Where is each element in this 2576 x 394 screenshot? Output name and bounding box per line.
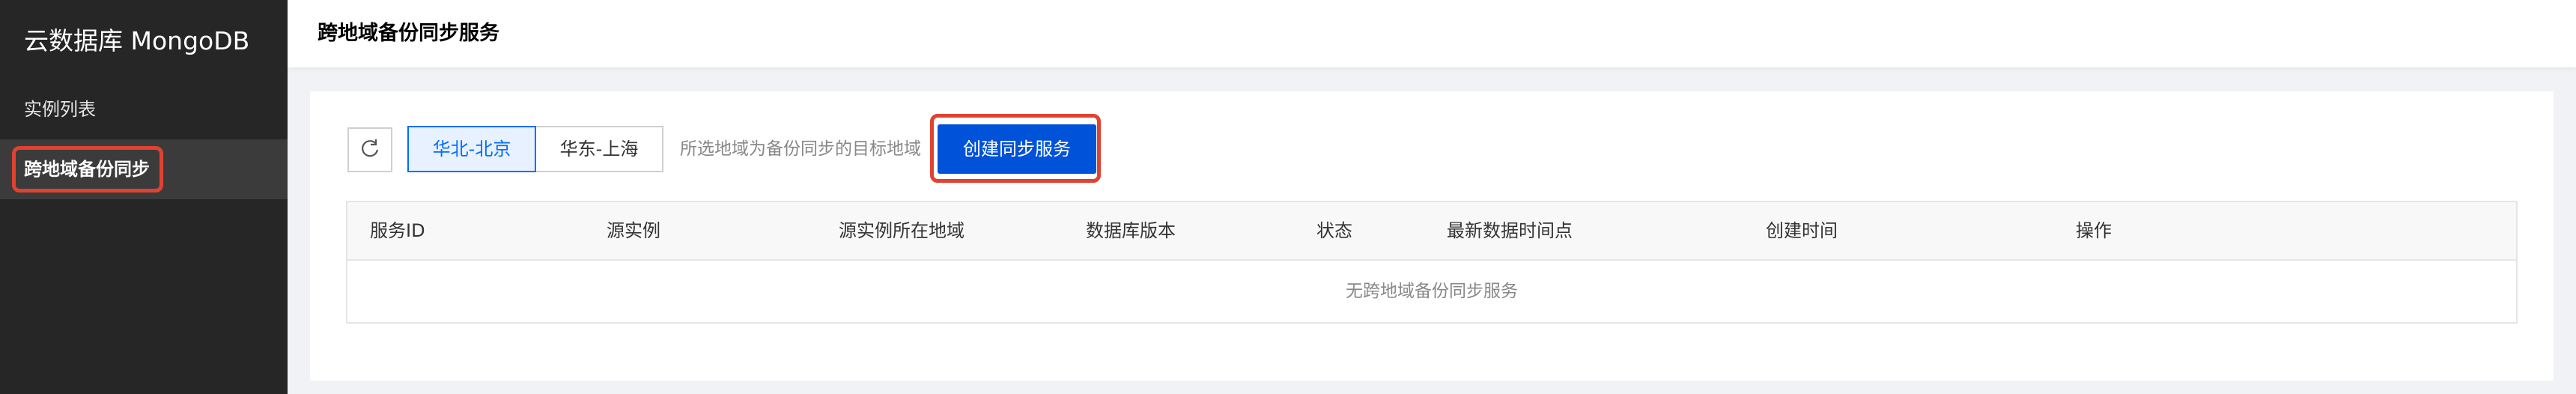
- sidebar-item-cross-region-backup[interactable]: 跨地域备份同步: [0, 139, 288, 199]
- sidebar-item-label: 实例列表: [24, 99, 96, 120]
- refresh-icon: [359, 138, 380, 162]
- sidebar-item-instance-list[interactable]: 实例列表: [0, 79, 288, 139]
- sidebar-item-label: 跨地域备份同步: [24, 159, 150, 180]
- region-hint: 所选地域为备份同步的目标地域: [680, 139, 921, 159]
- column-header-source-region: 源实例所在地域: [839, 220, 965, 241]
- column-header-create-time: 创建时间: [1766, 220, 1838, 241]
- content-card: 华北-北京 华东-上海 所选地域为备份同步的目标地域 创建同步服务 服务ID 源…: [310, 91, 2554, 381]
- column-header-latest-data-time: 最新数据时间点: [1447, 220, 1573, 241]
- create-sync-service-button[interactable]: 创建同步服务: [938, 124, 1096, 174]
- sync-service-table: 服务ID 源实例 源实例所在地域 数据库版本 状态 最新数据时间点 创建时间 操…: [346, 201, 2518, 324]
- column-header-status: 状态: [1316, 220, 1352, 241]
- page-title: 跨地域备份同步服务: [318, 22, 499, 45]
- column-header-source-instance: 源实例: [607, 220, 660, 241]
- product-title: 云数据库 MongoDB: [24, 26, 250, 55]
- refresh-button[interactable]: [347, 127, 392, 172]
- sidebar: 云数据库 MongoDB 实例列表 跨地域备份同步: [0, 0, 288, 394]
- page-header: 跨地域备份同步服务: [288, 0, 2576, 67]
- region-tab-beijing[interactable]: 华北-北京: [407, 126, 536, 172]
- column-header-db-version: 数据库版本: [1086, 220, 1176, 241]
- empty-state: 无跨地域备份同步服务: [1346, 282, 1518, 301]
- column-header-service-id: 服务ID: [370, 220, 425, 241]
- region-tab-shanghai[interactable]: 华东-上海: [535, 126, 663, 172]
- table-header: 服务ID 源实例 源实例所在地域 数据库版本 状态 最新数据时间点 创建时间 操…: [347, 202, 2516, 261]
- column-header-actions: 操作: [2076, 220, 2112, 241]
